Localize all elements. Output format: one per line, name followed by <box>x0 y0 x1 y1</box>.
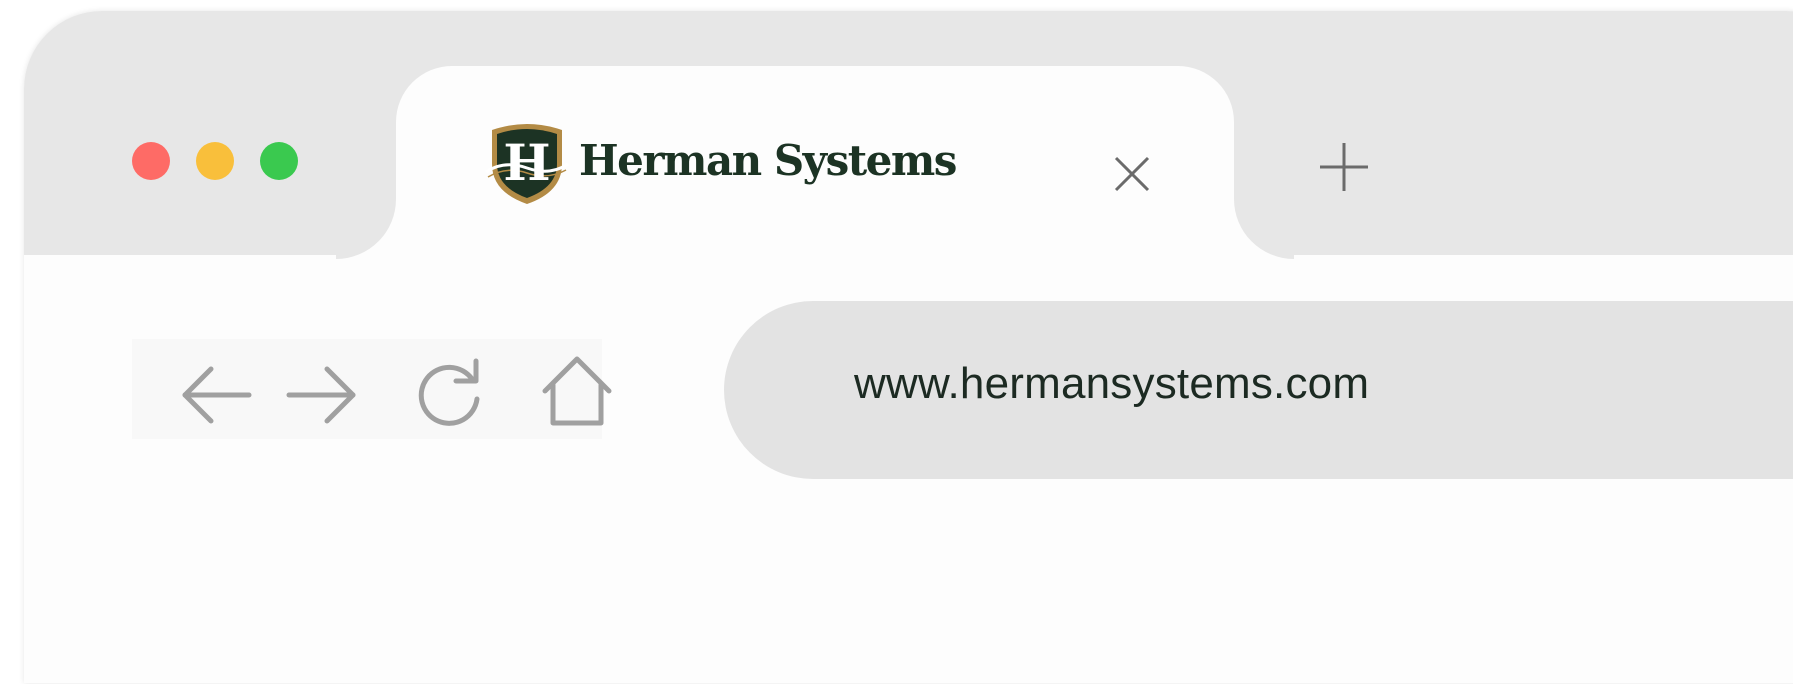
active-tab[interactable]: H Herman Systems <box>396 66 1234 255</box>
tab-curve-left <box>336 199 396 259</box>
back-arrow-icon[interactable] <box>177 355 257 435</box>
close-window-button[interactable] <box>132 142 170 180</box>
url-text[interactable]: www.hermansystems.com <box>854 359 1369 409</box>
forward-arrow-icon[interactable] <box>281 355 361 435</box>
traffic-lights <box>132 142 298 180</box>
address-bar[interactable]: www.hermansystems.com <box>724 301 1793 479</box>
browser-window: H Herman Systems www.hermansystems.com <box>24 11 1793 683</box>
reload-icon[interactable] <box>410 351 490 431</box>
minimize-window-button[interactable] <box>196 142 234 180</box>
plus-icon[interactable] <box>1318 141 1370 193</box>
close-icon[interactable] <box>1108 150 1156 198</box>
logo-letter: H <box>503 133 550 192</box>
maximize-window-button[interactable] <box>260 142 298 180</box>
tab-curve-right <box>1234 199 1294 259</box>
home-icon[interactable] <box>537 351 617 431</box>
herman-systems-logo-icon: H <box>485 124 569 204</box>
tab-strip: H Herman Systems <box>24 11 1793 259</box>
navigation-buttons <box>132 339 612 439</box>
tab-title: Herman Systems <box>579 136 957 185</box>
